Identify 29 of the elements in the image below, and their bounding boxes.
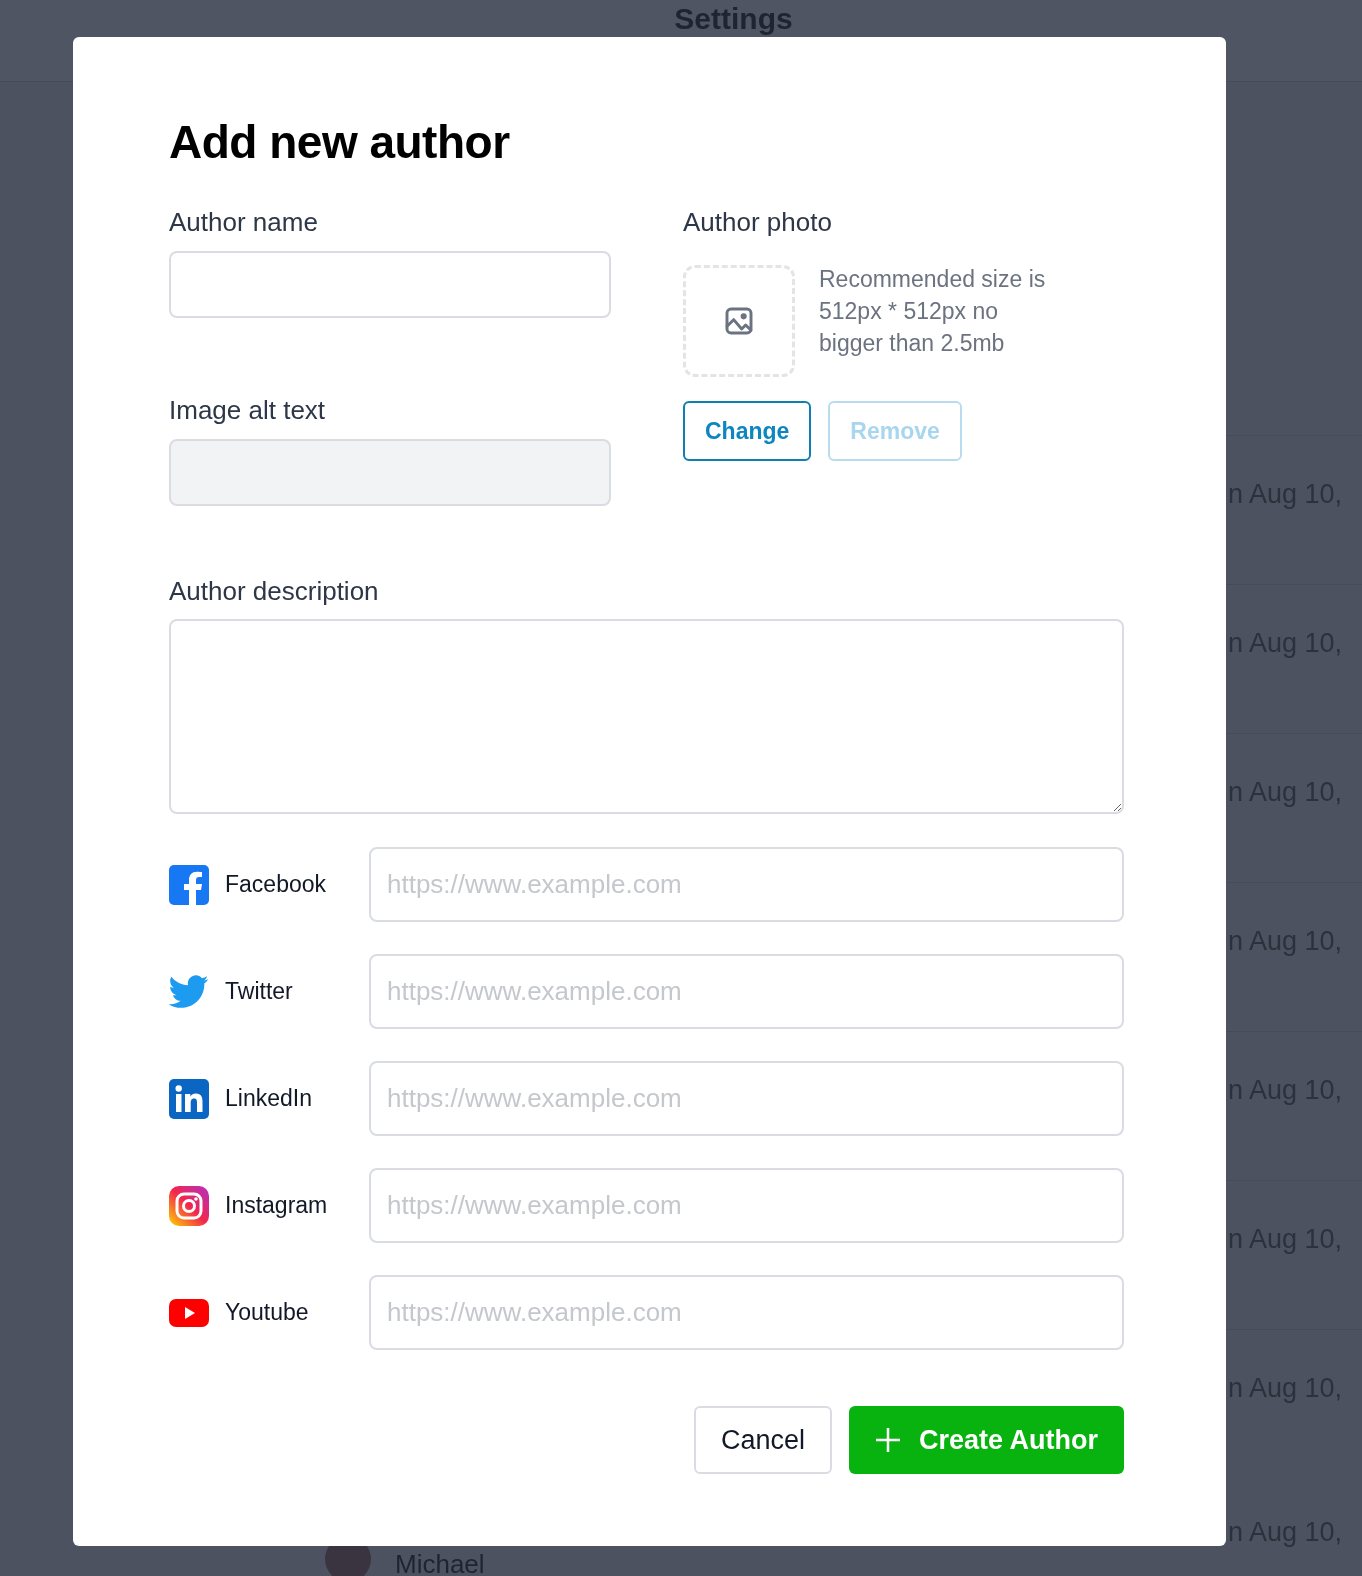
instagram-icon	[169, 1185, 209, 1226]
social-label: LinkedIn	[225, 1084, 313, 1114]
author-name-field[interactable]	[169, 251, 611, 318]
field-label: Author description	[169, 576, 380, 606]
change-button[interactable]: Change	[683, 401, 812, 461]
photo-dropzone[interactable]	[683, 265, 795, 377]
dialog-title: Add new author	[169, 115, 511, 169]
url-field[interactable]: https://www.example.com	[369, 1061, 1124, 1136]
url-field[interactable]: https://www.example.com	[369, 954, 1124, 1029]
url-field[interactable]: https://www.example.com	[369, 1168, 1124, 1243]
social-label: Twitter	[225, 977, 294, 1007]
plus-icon	[874, 1427, 901, 1453]
field-label: Image alt text	[169, 395, 327, 425]
field-label: Author photo	[683, 207, 833, 237]
play-icon	[169, 1298, 209, 1327]
photo-hint: Recommended size is 512px * 512px no bigger than 2.5mb	[819, 265, 1047, 358]
facebook-icon	[169, 864, 209, 905]
linkedin-icon	[169, 1078, 209, 1119]
cancel-button[interactable]: Cancel	[693, 1406, 832, 1474]
url-field[interactable]: https://www.example.com	[369, 847, 1124, 922]
description-field[interactable]	[169, 619, 1124, 814]
social-label: Instagram	[225, 1191, 329, 1221]
social-label: Facebook	[225, 870, 327, 900]
social-label: Youtube	[225, 1298, 310, 1328]
bird-icon	[169, 974, 209, 1009]
field-label: Author name	[169, 207, 319, 237]
url-field[interactable]: https://www.example.com	[369, 1275, 1124, 1350]
image-icon	[723, 305, 755, 337]
create-author-button[interactable]: Create Author	[848, 1406, 1124, 1474]
